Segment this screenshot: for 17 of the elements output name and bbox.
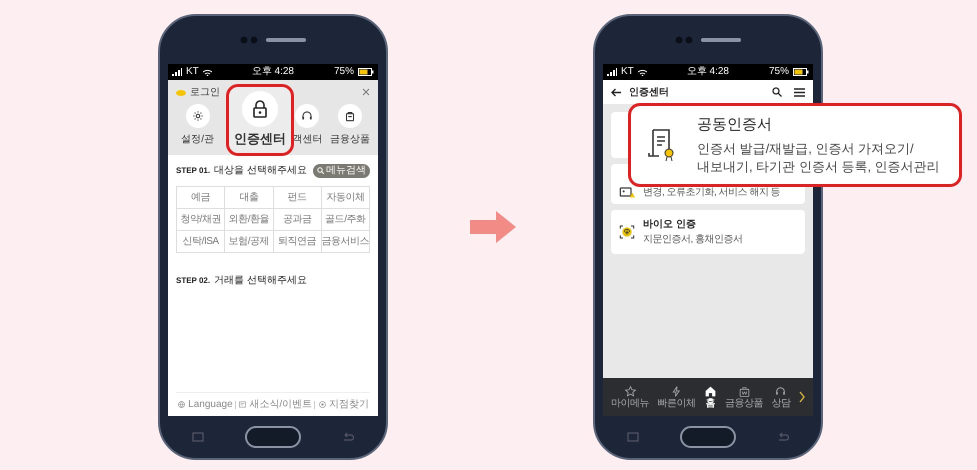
step-instruction: 거래를 선택해주세요	[214, 274, 307, 288]
battery-percent: 75%	[334, 67, 354, 77]
page-title: 인증센터	[629, 86, 669, 100]
tooltip-title: 공동인증서	[697, 114, 773, 135]
step-instruction: 대상을 선택해주세요	[214, 164, 307, 178]
card-description: 지문인증서, 홍채인증서	[643, 233, 743, 247]
carrier-label: KT	[186, 67, 199, 77]
tooltip-description: 인증서 발급/재발급, 인증서 가져오기/ 내보내기, 타기관 인증서 등록, 인증서관리	[697, 140, 940, 176]
status-time: 오후 4:28	[686, 67, 729, 77]
step-number: STEP 02.	[176, 274, 210, 286]
tooltip-label: 인증센터	[234, 130, 286, 148]
card-description: 변경, 오류초기화, 서비스 해지 등	[643, 186, 780, 200]
step-number: STEP 01.	[176, 164, 210, 176]
status-time: 오후 4:28	[252, 67, 294, 77]
card-title: 바이오 인증	[643, 218, 697, 232]
battery-percent: 75%	[768, 67, 789, 77]
carrier-label: KT	[621, 67, 634, 77]
